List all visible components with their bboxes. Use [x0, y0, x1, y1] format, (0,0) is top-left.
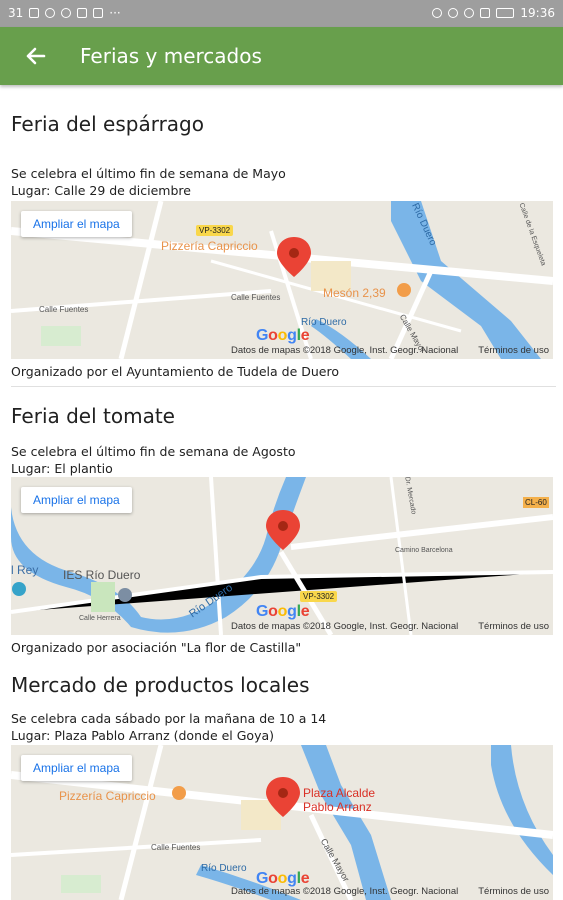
event-place: Lugar: Plaza Pablo Arranz (donde el Goya… — [11, 728, 275, 743]
map-attribution: Datos de mapas ©2018 Google, Inst. Geogr… — [211, 886, 549, 897]
map-feria-tomate[interactable]: l Rey IES Río Duero Río Duero VP-3302 CL… — [11, 477, 553, 635]
status-left-text: 31 — [8, 6, 24, 20]
back-button[interactable] — [20, 40, 52, 72]
signal-icon — [480, 8, 491, 18]
divider — [11, 386, 556, 387]
clock: 19:36 — [520, 6, 555, 20]
event-when: Se celebra el último fin de semana de Ag… — [11, 444, 296, 459]
terms-link[interactable]: Términos de uso — [478, 886, 549, 897]
battery-icon — [496, 8, 515, 18]
app-bar: Ferias y mercados — [0, 27, 563, 85]
event-title: Feria del espárrago — [11, 112, 204, 136]
notification-icon — [29, 8, 40, 18]
map-data-credit: Datos de mapas ©2018 Google, Inst. Geogr… — [231, 621, 459, 632]
event-place: Lugar: Calle 29 de diciembre — [11, 183, 191, 198]
map-label-river: Río Duero — [201, 863, 247, 874]
map-label-street: Calle Fuentes — [231, 293, 281, 302]
event-organizer: Organizado por asociación "La flor de Ca… — [11, 640, 302, 655]
map-label-place: Pablo Arranz — [303, 800, 372, 814]
map-attribution: Datos de mapas ©2018 Google, Inst. Geogr… — [211, 345, 549, 356]
more-notifications-icon: ··· — [109, 6, 121, 20]
mail-icon — [77, 8, 88, 18]
map-feria-esparrago[interactable]: Pizzería Capriccio VP-3302 Río Duero Mes… — [11, 201, 553, 359]
map-data-credit: Datos de mapas ©2018 Google, Inst. Geogr… — [231, 345, 459, 356]
terms-link[interactable]: Términos de uso — [478, 621, 549, 632]
arrow-left-icon — [26, 47, 46, 65]
map-label-street: Calle Fuentes — [151, 843, 201, 852]
map-label-place: Plaza Alcalde — [303, 786, 376, 800]
map-label-road: VP-3302 — [300, 591, 338, 602]
event-title: Mercado de productos locales — [11, 673, 310, 697]
event-when: Se celebra el último fin de semana de Ma… — [11, 166, 286, 181]
wifi-icon — [464, 8, 475, 18]
map-label-place: Pizzería Capriccio — [161, 239, 258, 253]
map-label-place: l Rey — [11, 563, 39, 577]
event-place: Lugar: El plantio — [11, 461, 113, 476]
status-bar: 31 ··· 19:36 — [0, 0, 563, 27]
expand-map-button[interactable]: Ampliar el mapa — [21, 487, 132, 513]
event-when: Se celebra cada sábado por la mañana de … — [11, 711, 327, 726]
alarm-icon — [448, 8, 459, 18]
map-label-place: Mesón 2,39 — [323, 286, 386, 300]
page-title: Ferias y mercados — [80, 44, 262, 68]
map-mercado-productos[interactable]: Pizzería Capriccio Plaza Alcalde Pablo A… — [11, 745, 553, 900]
map-label-road: VP-3302 — [196, 225, 234, 236]
terms-link[interactable]: Términos de uso — [478, 345, 549, 356]
whatsapp-icon — [45, 8, 56, 18]
event-title: Feria del tomate — [11, 404, 175, 428]
map-label-street: Calle Fuentes — [39, 305, 89, 314]
google-logo: Google — [256, 327, 310, 344]
sync-icon — [61, 8, 72, 18]
map-label-street: Camino Barcelona — [395, 547, 453, 554]
mute-icon — [432, 8, 443, 18]
expand-map-button[interactable]: Ampliar el mapa — [21, 755, 132, 781]
map-label-road: CL-60 — [523, 497, 549, 508]
flight-icon — [93, 8, 104, 18]
map-label-place: Pizzería Capriccio — [59, 789, 156, 803]
expand-map-button[interactable]: Ampliar el mapa — [21, 211, 132, 237]
map-data-credit: Datos de mapas ©2018 Google, Inst. Geogr… — [231, 886, 459, 897]
map-attribution: Datos de mapas ©2018 Google, Inst. Geogr… — [211, 621, 549, 632]
event-organizer: Organizado por el Ayuntamiento de Tudela… — [11, 364, 339, 379]
google-logo: Google — [256, 603, 310, 620]
map-label-school: IES Río Duero — [63, 568, 141, 582]
map-label-street: Calle Herrera — [79, 615, 121, 622]
